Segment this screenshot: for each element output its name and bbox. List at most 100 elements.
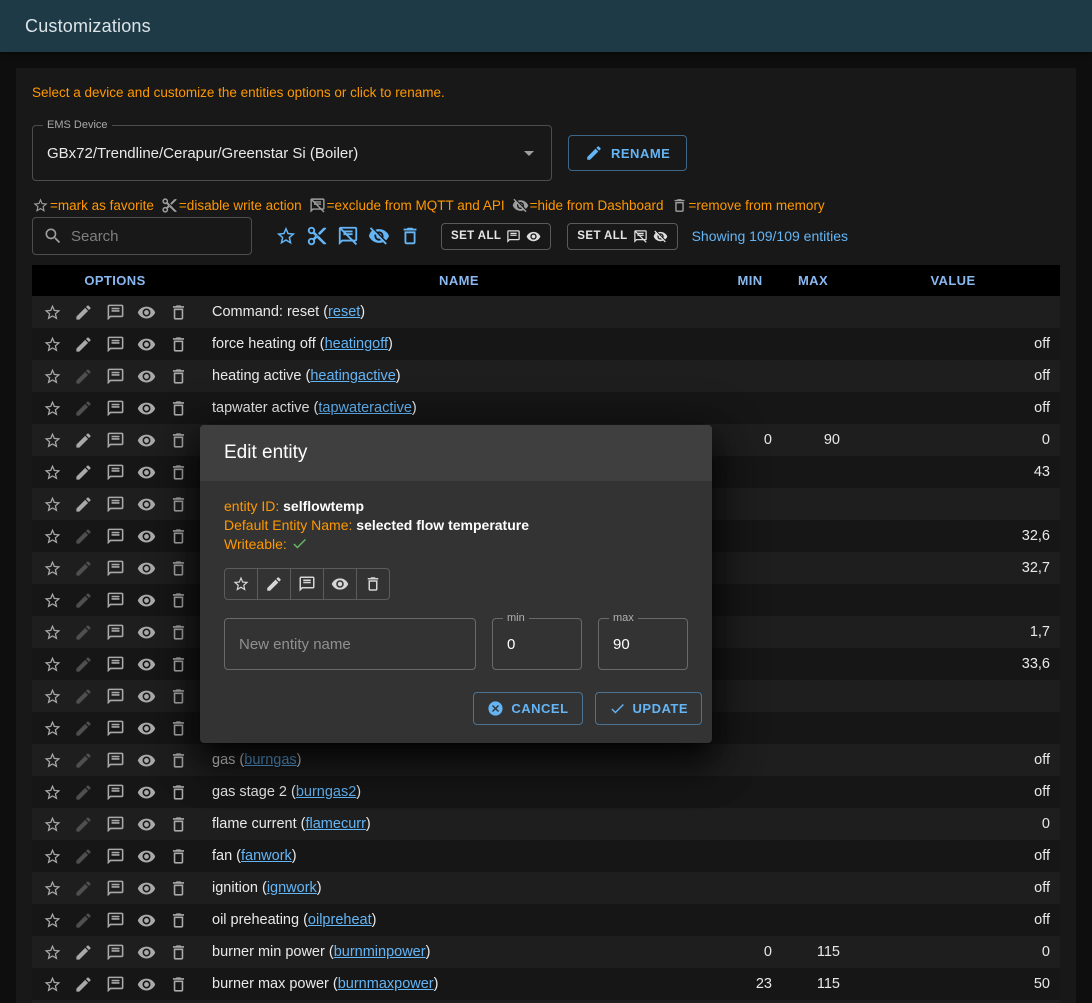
row-trash-button[interactable] [166, 460, 190, 484]
row-eye-button[interactable] [135, 812, 159, 836]
row-pencil-button[interactable] [72, 332, 96, 356]
row-star-button[interactable] [40, 844, 64, 868]
row-star-button[interactable] [40, 492, 64, 516]
ems-device-select[interactable]: EMS Device GBx72/Trendline/Cerapur/Green… [32, 125, 552, 181]
row-eye-button[interactable] [135, 780, 159, 804]
row-trash-button[interactable] [166, 844, 190, 868]
row-trash-button[interactable] [166, 812, 190, 836]
row-star-button[interactable] [40, 908, 64, 932]
row-eye-button[interactable] [135, 876, 159, 900]
row-mqtt-button[interactable] [103, 748, 127, 772]
row-pencil-button[interactable] [72, 876, 96, 900]
row-pencil-button[interactable] [72, 972, 96, 996]
row-eye-button[interactable] [135, 300, 159, 324]
filter-mqtt-off-toggle[interactable] [332, 221, 363, 252]
row-pencil-button[interactable] [72, 940, 96, 964]
row-mqtt-button[interactable] [103, 396, 127, 420]
row-eye-button[interactable] [135, 556, 159, 580]
row-eye-button[interactable] [135, 396, 159, 420]
row-mqtt-button[interactable] [103, 972, 127, 996]
filter-trash-toggle[interactable] [394, 221, 425, 252]
max-field[interactable]: max [598, 618, 688, 670]
entity-link[interactable]: burnmaxpower [338, 976, 434, 992]
row-pencil-button[interactable] [72, 300, 96, 324]
row-trash-button[interactable] [166, 940, 190, 964]
cancel-button[interactable]: CANCEL [473, 692, 582, 725]
min-input[interactable] [493, 636, 581, 653]
row-mqtt-button[interactable] [103, 556, 127, 580]
row-star-button[interactable] [40, 300, 64, 324]
row-mqtt-button[interactable] [103, 524, 127, 548]
row-eye-button[interactable] [135, 524, 159, 548]
row-star-button[interactable] [40, 652, 64, 676]
entity-link[interactable]: ignwork [267, 880, 317, 896]
row-eye-button[interactable] [135, 972, 159, 996]
row-eye-button[interactable] [135, 908, 159, 932]
row-star-button[interactable] [40, 620, 64, 644]
row-pencil-button[interactable] [72, 492, 96, 516]
row-star-button[interactable] [40, 716, 64, 740]
row-mqtt-button[interactable] [103, 492, 127, 516]
row-pencil-button[interactable] [72, 908, 96, 932]
new-entity-name-input[interactable] [225, 636, 475, 653]
row-star-button[interactable] [40, 780, 64, 804]
row-trash-button[interactable] [166, 908, 190, 932]
filter-scissors-toggle[interactable] [301, 221, 332, 252]
entity-link[interactable]: burngas [244, 752, 296, 768]
row-trash-button[interactable] [166, 684, 190, 708]
row-trash-button[interactable] [166, 876, 190, 900]
row-star-button[interactable] [40, 364, 64, 388]
row-mqtt-button[interactable] [103, 652, 127, 676]
row-trash-button[interactable] [166, 588, 190, 612]
entity-link[interactable]: heatingactive [310, 368, 395, 384]
row-trash-button[interactable] [166, 300, 190, 324]
row-trash-button[interactable] [166, 428, 190, 452]
row-trash-button[interactable] [166, 524, 190, 548]
row-pencil-button[interactable] [72, 588, 96, 612]
row-mqtt-button[interactable] [103, 428, 127, 452]
row-star-button[interactable] [40, 876, 64, 900]
row-star-button[interactable] [40, 524, 64, 548]
row-mqtt-button[interactable] [103, 300, 127, 324]
row-mqtt-button[interactable] [103, 716, 127, 740]
row-trash-button[interactable] [166, 364, 190, 388]
row-trash-button[interactable] [166, 716, 190, 740]
rename-button[interactable]: RENAME [568, 135, 687, 171]
min-field[interactable]: min [492, 618, 582, 670]
row-pencil-button[interactable] [72, 716, 96, 740]
entity-link[interactable]: reset [328, 304, 360, 320]
row-mqtt-button[interactable] [103, 620, 127, 644]
row-trash-button[interactable] [166, 620, 190, 644]
row-pencil-button[interactable] [72, 684, 96, 708]
row-mqtt-button[interactable] [103, 684, 127, 708]
row-eye-button[interactable] [135, 588, 159, 612]
row-trash-button[interactable] [166, 972, 190, 996]
entity-link[interactable]: flamecurr [305, 816, 365, 832]
row-eye-button[interactable] [135, 492, 159, 516]
row-star-button[interactable] [40, 684, 64, 708]
filter-eye-off-toggle[interactable] [363, 221, 394, 252]
row-eye-button[interactable] [135, 620, 159, 644]
row-pencil-button[interactable] [72, 844, 96, 868]
row-eye-button[interactable] [135, 364, 159, 388]
row-eye-button[interactable] [135, 940, 159, 964]
row-pencil-button[interactable] [72, 748, 96, 772]
row-star-button[interactable] [40, 332, 64, 356]
dialog-star-toggle[interactable] [224, 568, 258, 600]
row-pencil-button[interactable] [72, 620, 96, 644]
row-eye-button[interactable] [135, 684, 159, 708]
dialog-eye-toggle[interactable] [323, 568, 357, 600]
row-eye-button[interactable] [135, 716, 159, 740]
row-pencil-button[interactable] [72, 780, 96, 804]
row-eye-button[interactable] [135, 844, 159, 868]
row-pencil-button[interactable] [72, 652, 96, 676]
row-eye-button[interactable] [135, 748, 159, 772]
row-mqtt-button[interactable] [103, 812, 127, 836]
row-trash-button[interactable] [166, 780, 190, 804]
row-mqtt-button[interactable] [103, 588, 127, 612]
new-entity-name-field[interactable] [224, 618, 476, 670]
row-trash-button[interactable] [166, 556, 190, 580]
dialog-trash-toggle[interactable] [356, 568, 390, 600]
row-star-button[interactable] [40, 588, 64, 612]
row-pencil-button[interactable] [72, 524, 96, 548]
